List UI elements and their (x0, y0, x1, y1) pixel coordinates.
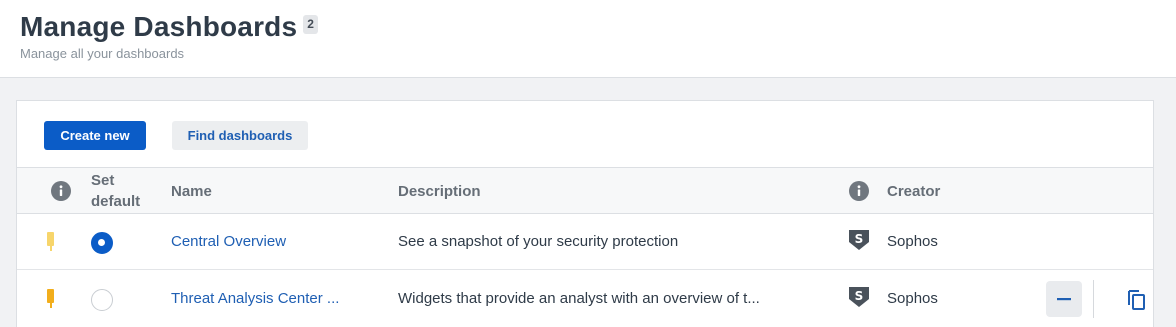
find-dashboards-button[interactable]: Find dashboards (172, 121, 308, 150)
minus-icon (1057, 298, 1071, 301)
column-creator: Creator (887, 183, 941, 200)
set-default-radio[interactable] (91, 289, 113, 311)
action-divider (1093, 280, 1094, 318)
dashboard-name-link[interactable]: Threat Analysis Center ... (171, 289, 339, 308)
info-icon[interactable] (51, 181, 71, 201)
table-row[interactable]: Central Overview See a snapshot of your … (17, 214, 1153, 270)
creator-name: Sophos (887, 233, 938, 250)
dashboard-name-link[interactable]: Central Overview (171, 232, 286, 251)
dashboard-description: See a snapshot of your security protecti… (398, 233, 679, 250)
page-subtitle: Manage all your dashboards (20, 46, 185, 61)
copy-icon (1128, 290, 1145, 310)
table-row[interactable]: Threat Analysis Center ... Widgets that … (17, 270, 1153, 327)
pin-icon[interactable] (46, 232, 56, 252)
svg-text:S: S (855, 232, 864, 246)
remove-dashboard-button[interactable] (1046, 281, 1082, 317)
page-title-row: Manage Dashboards 2 (20, 9, 318, 45)
dashboard-count-badge: 2 (303, 15, 318, 34)
column-set-default-line1: Set (91, 172, 115, 189)
set-default-radio[interactable] (91, 232, 113, 254)
column-description: Description (398, 183, 481, 200)
pin-icon[interactable] (46, 289, 56, 309)
column-set-default-line2: default (91, 193, 141, 210)
copy-dashboard-button[interactable] (1122, 285, 1150, 313)
column-name[interactable]: Name (171, 182, 212, 201)
creator-info-icon[interactable] (849, 181, 869, 201)
dashboards-card: Create new Find dashboards Set default N… (16, 100, 1154, 327)
table-header: Set default Name Description Creator (17, 167, 1153, 214)
svg-text:S: S (855, 289, 864, 303)
sophos-shield-icon: S (849, 287, 869, 307)
dashboard-description: Widgets that provide an analyst with an … (398, 290, 760, 307)
create-new-button[interactable]: Create new (44, 121, 146, 150)
creator-name: Sophos (887, 290, 938, 307)
page-header: Manage Dashboards 2 Manage all your dash… (0, 0, 1176, 78)
page-title: Manage Dashboards (20, 11, 298, 42)
sophos-shield-icon: S (849, 230, 869, 250)
